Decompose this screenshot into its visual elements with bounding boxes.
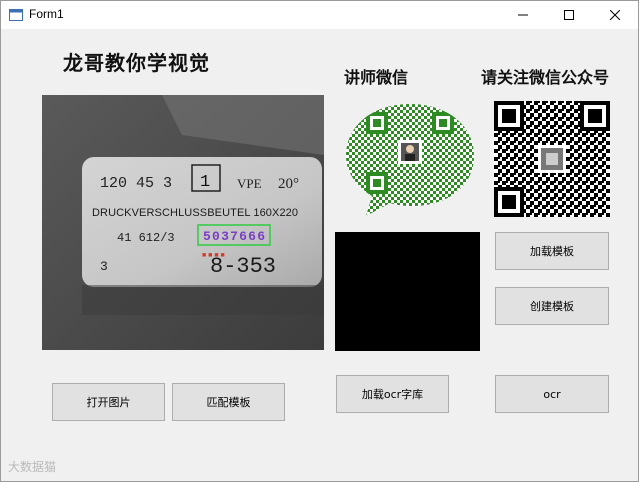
main-heading: 龙哥教你学视觉 xyxy=(63,51,210,75)
teacher-wechat-heading: 讲师微信 xyxy=(344,68,409,87)
label-text-2: 1 xyxy=(200,173,210,192)
label-text-9: 8-353 xyxy=(210,254,276,279)
minimize-icon xyxy=(518,14,528,16)
follow-account-heading: 请关注微信公众号 xyxy=(481,68,610,87)
watermark-text: 大数据猫 xyxy=(8,460,57,474)
label-photo: 120 45 3 1 VPE 20° DRUCKVERSCHLUSSBEUTEL… xyxy=(42,95,324,350)
teacher-wechat-qr-code xyxy=(346,104,474,216)
ocr-button[interactable]: ocr xyxy=(495,375,609,413)
match-template-button[interactable]: 匹配模板 xyxy=(172,383,285,421)
label-text-6: 41 612/3 xyxy=(117,231,175,245)
label-text-3: VPE xyxy=(237,176,262,191)
ocr-result-picture-box xyxy=(335,232,480,351)
close-button[interactable] xyxy=(592,1,638,29)
close-icon xyxy=(610,10,620,20)
maximize-button[interactable] xyxy=(546,1,592,29)
title-bar[interactable]: Form1 xyxy=(1,1,638,29)
load-template-button[interactable]: 加载模板 xyxy=(495,232,609,270)
form1-window: Form1 龙哥教你学视觉 讲师微信 请关注微信公众号 120 45 3 1 V… xyxy=(0,0,639,482)
image-picture-box: 120 45 3 1 VPE 20° DRUCKVERSCHLUSSBEUTEL… xyxy=(42,95,324,350)
label-text-4: 20° xyxy=(278,176,299,192)
minimize-button[interactable] xyxy=(500,1,546,29)
maximize-icon xyxy=(564,10,574,20)
ocr-result-text: 5037666 xyxy=(203,229,265,244)
label-text-5: DRUCKVERSCHLUSSBEUTEL 160X220 xyxy=(92,207,298,219)
load-ocr-library-button[interactable]: 加载ocr字库 xyxy=(336,375,449,413)
window-title: Form1 xyxy=(29,7,64,21)
open-image-button[interactable]: 打开图片 xyxy=(52,383,165,421)
app-icon xyxy=(9,9,23,21)
label-text-8: 3 xyxy=(100,259,108,274)
create-template-button[interactable]: 创建模板 xyxy=(495,287,609,325)
public-account-qr-code xyxy=(494,101,610,217)
label-text-1: 120 45 3 xyxy=(100,175,172,192)
